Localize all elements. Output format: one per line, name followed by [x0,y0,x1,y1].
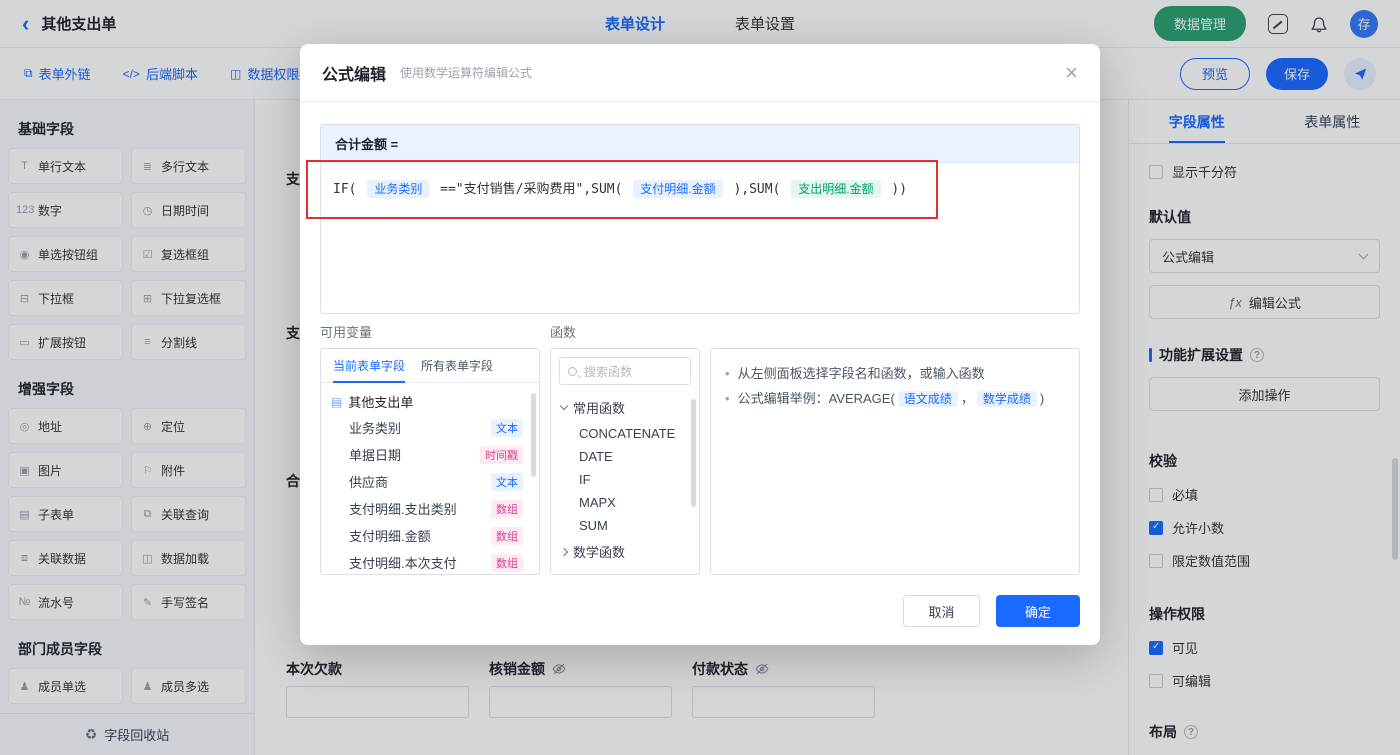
formula-token[interactable]: ),SUM( [733,182,780,197]
formula-token[interactable]: )) [891,182,907,197]
document-icon: ▤ [331,394,343,409]
variables-tabs: 当前表单字段 所有表单字段 [321,349,539,383]
function-group-text[interactable]: 文本函数 [551,566,699,574]
variable-item[interactable]: 业务类别 文本 [321,414,539,441]
modal-title: 公式编辑 [322,66,387,84]
functions-column: 函数 搜索函数 常用函数 CONCATENATE DATE IF MAPX SU… [550,322,700,575]
tip-line-2: • 公式编辑举例：AVERAGE(语文成绩，数学成绩) [725,386,1065,412]
functions-panel: 搜索函数 常用函数 CONCATENATE DATE IF MAPX SUM 数… [550,348,700,575]
functions-scrollbar[interactable] [691,399,696,507]
variable-type-tag: 数组 [491,499,523,518]
formula-token[interactable]: IF( [333,182,356,197]
function-group-math[interactable]: 数学函数 [551,537,699,566]
close-icon[interactable]: × [1065,61,1078,84]
tips-spacer [710,322,1080,344]
function-search-input[interactable]: 搜索函数 [559,357,691,385]
formula-token[interactable]: 业务类别 [367,180,430,198]
variables-root-node[interactable]: ▤ 其他支出单 [321,383,539,414]
variable-item[interactable]: 供应商 文本 [321,468,539,495]
variable-name: 支付明细.本次支付 [349,556,457,571]
function-item[interactable]: SUM [551,514,699,537]
tip-example-separator: ， [960,391,974,406]
variables-scrollbar[interactable] [531,393,536,477]
tip-text-1: 从左侧面板选择字段名和函数，或输入函数 [737,366,985,381]
variables-title: 可用变量 [320,325,373,340]
tab-current-form-fields[interactable]: 当前表单字段 [333,349,406,383]
formula-edit-modal: 公式编辑 使用数学运算符编辑公式 × 合计金额 = IF( 业务类别 =="支付… [300,44,1100,645]
modal-header: 公式编辑 使用数学运算符编辑公式 × [300,44,1100,102]
function-group-label: 常用函数 [573,401,626,416]
function-item[interactable]: MAPX [551,491,699,514]
function-list: CONCATENATE DATE IF MAPX SUM [551,422,699,537]
variable-name: 单据日期 [349,448,402,463]
tips-panel: • 从左侧面板选择字段名和函数，或输入函数 • 公式编辑举例：AVERAGE(语… [710,348,1080,575]
tip-line-1: • 从左侧面板选择字段名和函数，或输入函数 [725,361,1065,386]
function-item[interactable]: DATE [551,445,699,468]
cancel-button[interactable]: 取消 [903,595,980,627]
variable-item[interactable]: 支付明细.支出类别 数组 [321,495,539,522]
tip-text-2: 公式编辑举例：AVERAGE(语文成绩，数学成绩) [737,386,1045,412]
variable-item[interactable]: 单据日期 时间戳 [321,441,539,468]
variables-root-label: 其他支出单 [348,395,414,410]
variable-type-tag: 文本 [491,418,523,437]
function-item[interactable]: CONCATENATE [551,422,699,445]
functions-title: 函数 [550,325,577,340]
variable-type-tag: 数组 [491,553,523,572]
formula-editor: 合计金额 = IF( 业务类别 =="支付销售/采购费用",SUM( 支付明细.… [320,124,1080,314]
variables-panel: 当前表单字段 所有表单字段 ▤ 其他支出单 业务类别 文本 单据日期 时间戳 供… [320,348,540,575]
modal-columns: 可用变量 当前表单字段 所有表单字段 ▤ 其他支出单 业务类别 文本 单据日期 … [320,322,1080,575]
modal-footer: 取消 确定 [903,595,1080,627]
variable-type-tag: 时间戳 [480,445,523,464]
tab-all-form-fields[interactable]: 所有表单字段 [421,349,493,382]
bullet-icon: • [725,366,730,381]
function-group-common[interactable]: 常用函数 [551,393,699,422]
variable-name: 供应商 [349,475,389,490]
tips-body: • 从左侧面板选择字段名和函数，或输入函数 • 公式编辑举例：AVERAGE(语… [711,349,1079,424]
formula-token[interactable]: =="支付销售/采购费用",SUM( [440,182,622,197]
variables-column: 可用变量 当前表单字段 所有表单字段 ▤ 其他支出单 业务类别 文本 单据日期 … [320,322,540,575]
confirm-button[interactable]: 确定 [996,595,1080,627]
chevron-down-icon [559,401,569,411]
bullet-icon: • [725,391,730,406]
search-icon [568,366,577,376]
formula-token[interactable]: 支出明细.金额 [791,180,881,198]
chevron-right-icon [559,547,569,556]
tip-example-prefix: 公式编辑举例：AVERAGE( [737,391,895,406]
variable-name: 支付明细.金额 [349,529,431,544]
variable-item[interactable]: 支付明细.本次支付 数组 [321,549,539,574]
function-item[interactable]: IF [551,468,699,491]
variable-type-tag: 文本 [491,472,523,491]
function-group-label: 数学函数 [573,545,626,560]
function-group-label: 文本函数 [573,571,625,574]
tip-example-field: 数学成绩 [976,391,1037,407]
variable-type-tag: 数组 [491,526,523,545]
formula-target-field: 合计金额 = [321,125,1079,163]
app-window: ‹ 其他支出单 表单设计 表单设置 数据管理 存 ⧉ 表单外链 </> 后端脚本… [0,0,1400,755]
formula-token[interactable]: 支付明细.金额 [633,180,723,198]
variable-name: 业务类别 [349,421,402,436]
variables-list: 业务类别 文本 单据日期 时间戳 供应商 文本 支付明细.支出类别 数组 支付明… [321,414,539,574]
tip-example-field: 语文成绩 [897,391,958,407]
formula-input-area[interactable]: IF( 业务类别 =="支付销售/采购费用",SUM( 支付明细.金额 ),SU… [321,163,1079,216]
modal-subtitle: 使用数学运算符编辑公式 [400,66,533,80]
tips-column: • 从左侧面板选择字段名和函数，或输入函数 • 公式编辑举例：AVERAGE(语… [710,322,1080,575]
function-search-placeholder: 搜索函数 [584,364,633,379]
variable-name: 支付明细.支出类别 [349,502,457,517]
variable-item[interactable]: 支付明细.金额 数组 [321,522,539,549]
tip-example-suffix: ) [1039,391,1045,406]
